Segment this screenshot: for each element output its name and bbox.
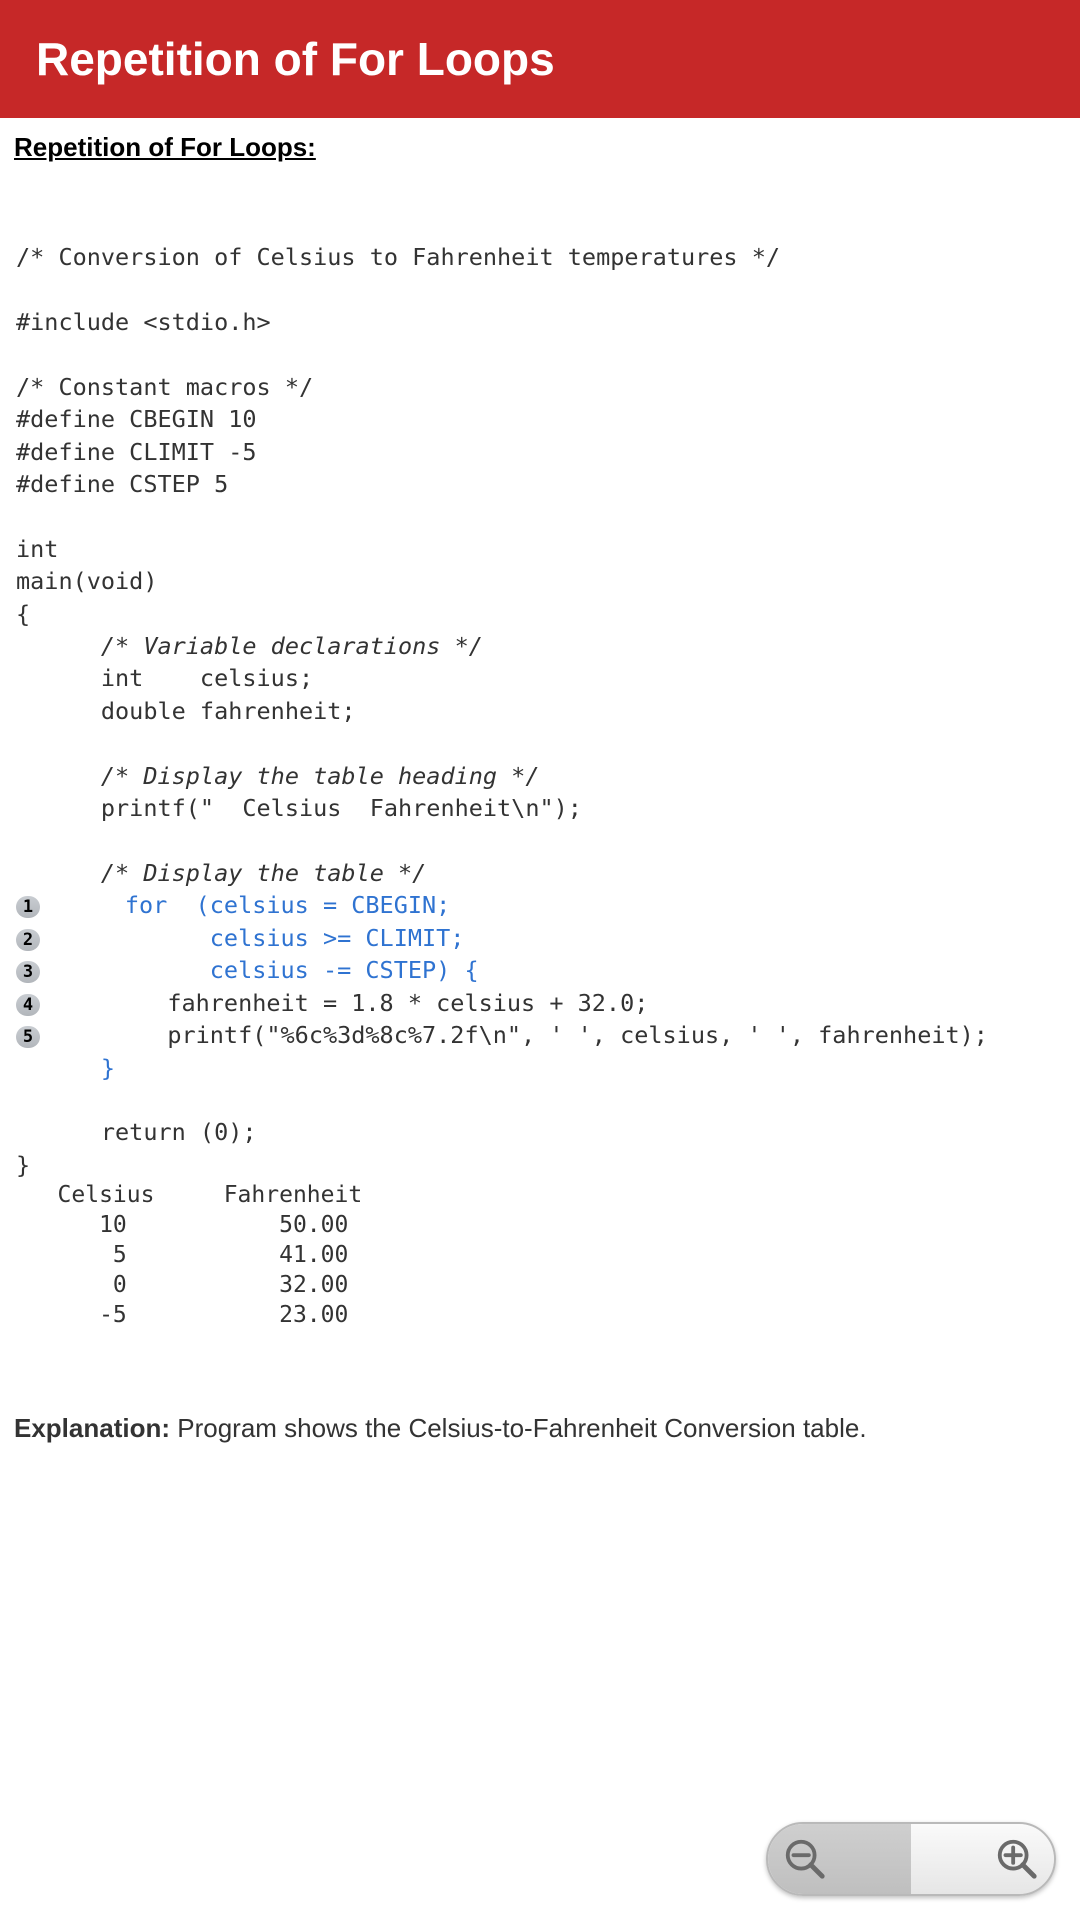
code-line: /* Display the table */ [16, 859, 426, 887]
output-line: 0 32.00 [16, 1272, 348, 1298]
code-line: printf(" Celsius Fahrenheit\n"); [16, 794, 582, 822]
code-line: { [16, 600, 30, 628]
output-line: 10 50.00 [16, 1212, 348, 1238]
zoom-in-icon [994, 1836, 1040, 1882]
code-block: /* Conversion of Celsius to Fahrenheit t… [16, 241, 1066, 1181]
code-line: int [16, 535, 58, 563]
line-badge: 1 [16, 896, 40, 918]
output-line: 5 41.00 [16, 1242, 348, 1268]
code-line: #include <stdio.h> [16, 308, 271, 336]
code-line: fahrenheit = 1.8 * celsius + 32.0; [68, 989, 648, 1017]
zoom-out-icon [782, 1836, 828, 1882]
code-line: return (0); [16, 1118, 257, 1146]
content-area: Repetition of For Loops: /* Conversion o… [0, 118, 1080, 1444]
line-badge: 4 [16, 994, 40, 1016]
code-line: for (celsius = CBEGIN; [68, 891, 450, 919]
code-line: #define CBEGIN 10 [16, 405, 257, 433]
code-line: printf("%6c%3d%8c%7.2f\n", ' ', celsius,… [68, 1021, 988, 1049]
code-line: /* Display the table heading */ [16, 762, 539, 790]
code-line: int celsius; [16, 664, 313, 692]
output-line: Celsius Fahrenheit [16, 1182, 362, 1208]
code-line: } [16, 1151, 30, 1179]
zoom-control[interactable] [766, 1822, 1056, 1896]
program-output: Celsius Fahrenheit 10 50.00 5 41.00 0 32… [16, 1181, 1066, 1330]
code-line: celsius -= CSTEP) { [68, 956, 478, 984]
code-line: } [16, 1054, 115, 1082]
explanation-body: Program shows the Celsius-to-Fahrenheit … [170, 1413, 867, 1443]
code-line: main(void) [16, 567, 157, 595]
line-badge: 2 [16, 929, 40, 951]
section-heading: Repetition of For Loops: [14, 132, 1066, 163]
page-title: Repetition of For Loops [36, 33, 555, 85]
line-badge: 3 [16, 961, 40, 983]
code-line: celsius >= CLIMIT; [68, 924, 464, 952]
code-line: /* Variable declarations */ [16, 632, 483, 660]
code-line: double fahrenheit; [16, 697, 356, 725]
app-header: Repetition of For Loops [0, 0, 1080, 118]
zoom-out-button[interactable] [768, 1824, 911, 1894]
code-line: /* Constant macros */ [16, 373, 313, 401]
line-badge: 5 [16, 1026, 40, 1048]
zoom-in-button[interactable] [911, 1824, 1054, 1894]
code-line: #define CSTEP 5 [16, 470, 228, 498]
code-line: #define CLIMIT -5 [16, 438, 257, 466]
output-line: -5 23.00 [16, 1302, 348, 1328]
explanation-text: Explanation: Program shows the Celsius-t… [14, 1413, 1066, 1444]
explanation-label: Explanation: [14, 1413, 170, 1443]
code-line: /* Conversion of Celsius to Fahrenheit t… [16, 243, 780, 271]
